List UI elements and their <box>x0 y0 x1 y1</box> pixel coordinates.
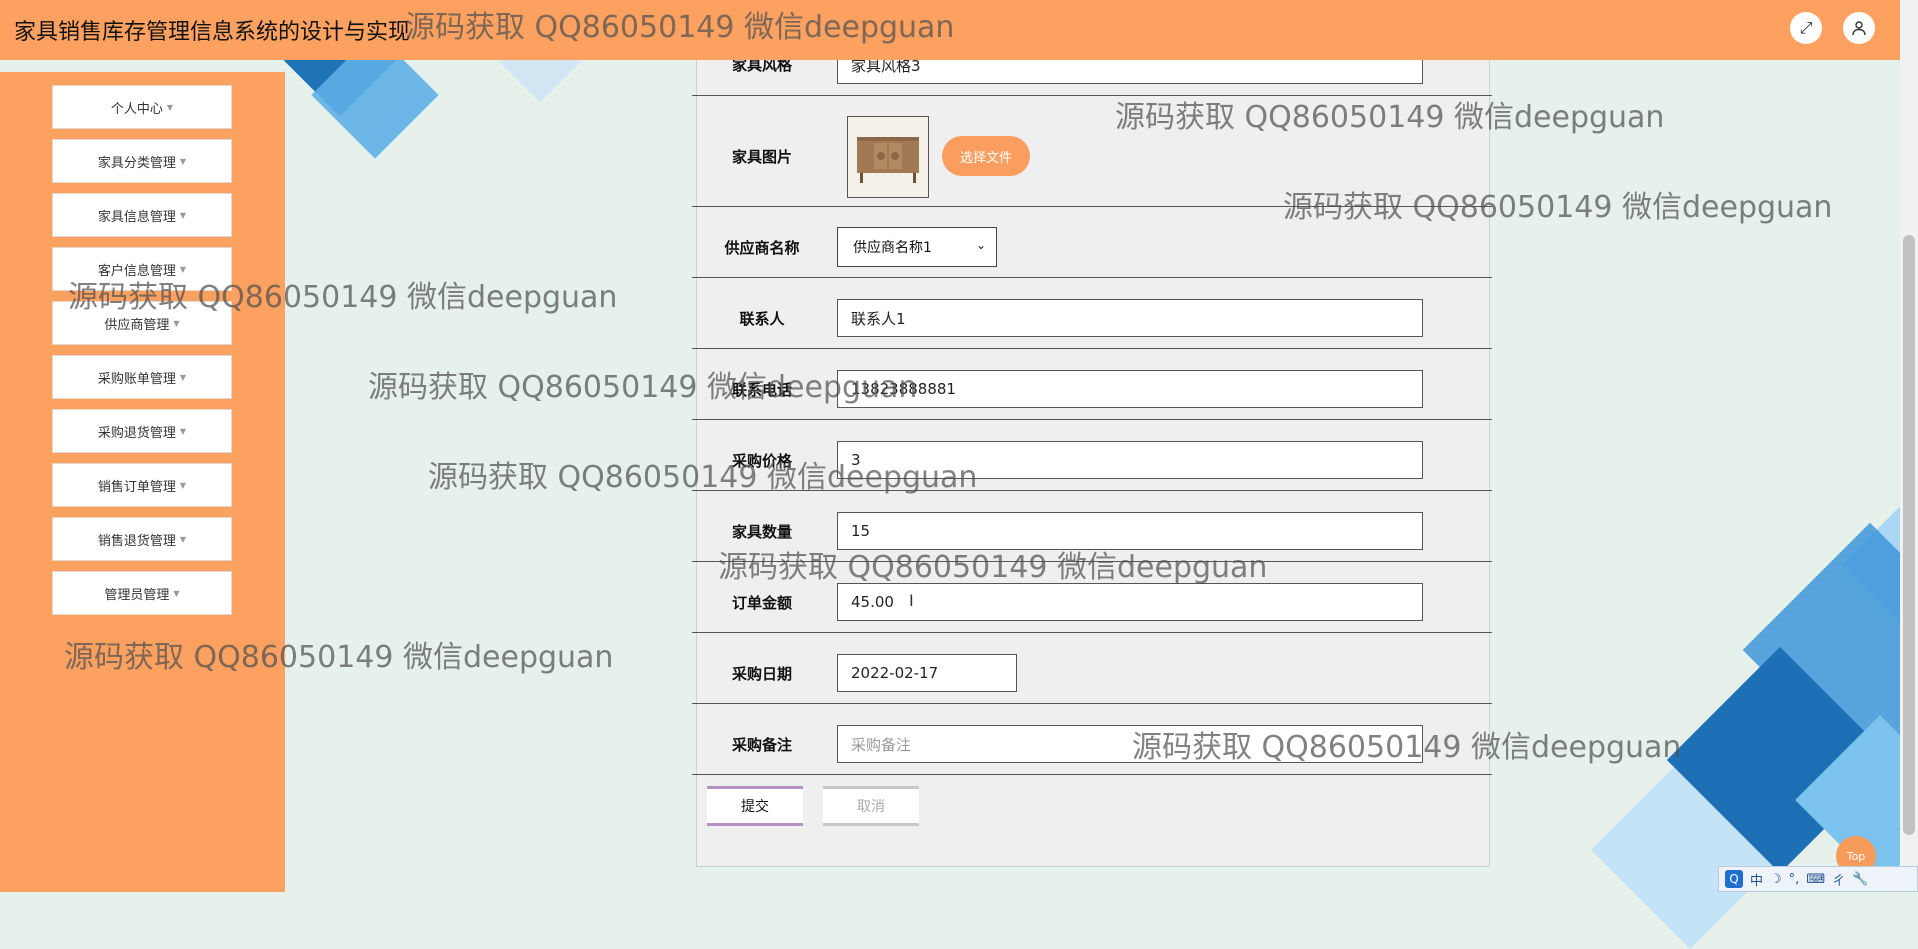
wrench-icon[interactable]: 🔧 <box>1852 872 1868 887</box>
chevron-down-icon: ▼ <box>166 102 174 112</box>
sidebar-item-personal-center[interactable]: 个人中心 ▼ <box>52 85 232 129</box>
chevron-down-icon: ▼ <box>179 210 187 220</box>
row-divider <box>692 703 1492 704</box>
phone-field[interactable]: 13823888881 <box>837 370 1423 408</box>
ime-mode[interactable]: 中 <box>1750 870 1763 889</box>
user-icon[interactable] <box>1843 12 1875 44</box>
amount-label: 订单金额 <box>731 594 792 612</box>
contact-field[interactable]: 联系人1 <box>837 299 1423 337</box>
app-title: 家具销售库存管理信息系统的设计与实现 <box>14 20 411 45</box>
chevron-down-icon: ⌄ <box>975 238 986 252</box>
moon-icon[interactable]: ☽ <box>1770 872 1782 887</box>
ime-logo-icon[interactable]: Q <box>1725 870 1743 888</box>
row-divider <box>692 632 1492 633</box>
furniture-thumbnail <box>847 116 929 198</box>
supplier-label: 供应商名称 <box>724 239 800 257</box>
chevron-down-icon: ▼ <box>179 156 187 166</box>
row-divider <box>692 419 1492 420</box>
image-label: 家具图片 <box>731 148 792 166</box>
contact-label: 联系人 <box>739 310 785 328</box>
watermark: 源码获取 QQ86050149 微信deepguan <box>1115 100 1665 135</box>
fullscreen-icon[interactable]: ⤢ <box>1790 12 1822 44</box>
supplier-select[interactable]: 供应商名称1 ⌄ <box>837 227 997 267</box>
row-divider <box>692 277 1492 278</box>
date-field[interactable]: 2022-02-17 <box>837 654 1017 692</box>
quantity-label: 家具数量 <box>731 523 792 541</box>
cancel-button[interactable]: 取消 <box>823 786 919 826</box>
watermark: 源码获取 QQ86050149 微信deepguan <box>428 460 978 495</box>
watermark: 源码获取 QQ86050149 微信deepguan <box>68 280 618 315</box>
submit-button[interactable]: 提交 <box>707 786 803 826</box>
choose-file-button[interactable]: 选择文件 <box>942 136 1030 176</box>
ime-lang-icon[interactable]: ㄔ <box>1832 870 1845 889</box>
date-label: 采购日期 <box>731 665 792 683</box>
sidebar-item-furniture-info[interactable]: 家具信息管理 ▼ <box>52 193 232 237</box>
chevron-down-icon: ▼ <box>173 588 180 598</box>
ime-toolbar: Q 中 ☽ °, ⌨ ㄔ 🔧 <box>1718 866 1918 892</box>
sidebar-item-sales-return[interactable]: 销售退货管理 ▼ <box>52 517 232 561</box>
sidebar-item-purchase-bill[interactable]: 采购账单管理 ▼ <box>52 355 232 399</box>
chevron-down-icon: ▼ <box>179 426 187 436</box>
watermark: 源码获取 QQ86050149 微信deepguan <box>718 550 1268 585</box>
watermark: 源码获取 QQ86050149 微信deepguan <box>64 640 614 675</box>
notes-label: 采购备注 <box>731 736 792 754</box>
watermark: 源码获取 QQ86050149 微信deepguan <box>1132 730 1682 765</box>
keyboard-icon[interactable]: ⌨ <box>1806 872 1825 887</box>
chevron-down-icon: ▼ <box>179 480 187 490</box>
chevron-down-icon: ▼ <box>179 534 187 544</box>
sidebar-item-admin[interactable]: 管理员管理 ▼ <box>52 571 232 615</box>
punctuation-icon[interactable]: °, <box>1789 872 1800 887</box>
amount-field[interactable]: 45.00 <box>837 583 1423 621</box>
row-divider <box>692 774 1492 775</box>
sidebar-item-sales-order[interactable]: 销售订单管理 ▼ <box>52 463 232 507</box>
chevron-down-icon: ▼ <box>173 318 180 328</box>
row-divider <box>692 348 1492 349</box>
watermark: 源码获取 QQ86050149 微信deepguan <box>405 10 955 45</box>
sidebar-item-furniture-category[interactable]: 家具分类管理 ▼ <box>52 139 232 183</box>
text-cursor-icon: I <box>909 591 914 610</box>
watermark: 源码获取 QQ86050149 微信deepguan <box>368 370 918 405</box>
scrollbar-thumb[interactable] <box>1903 235 1915 835</box>
sidebar-item-purchase-return[interactable]: 采购退货管理 ▼ <box>52 409 232 453</box>
watermark: 源码获取 QQ86050149 微信deepguan <box>1283 190 1833 225</box>
chevron-down-icon: ▼ <box>179 372 187 382</box>
